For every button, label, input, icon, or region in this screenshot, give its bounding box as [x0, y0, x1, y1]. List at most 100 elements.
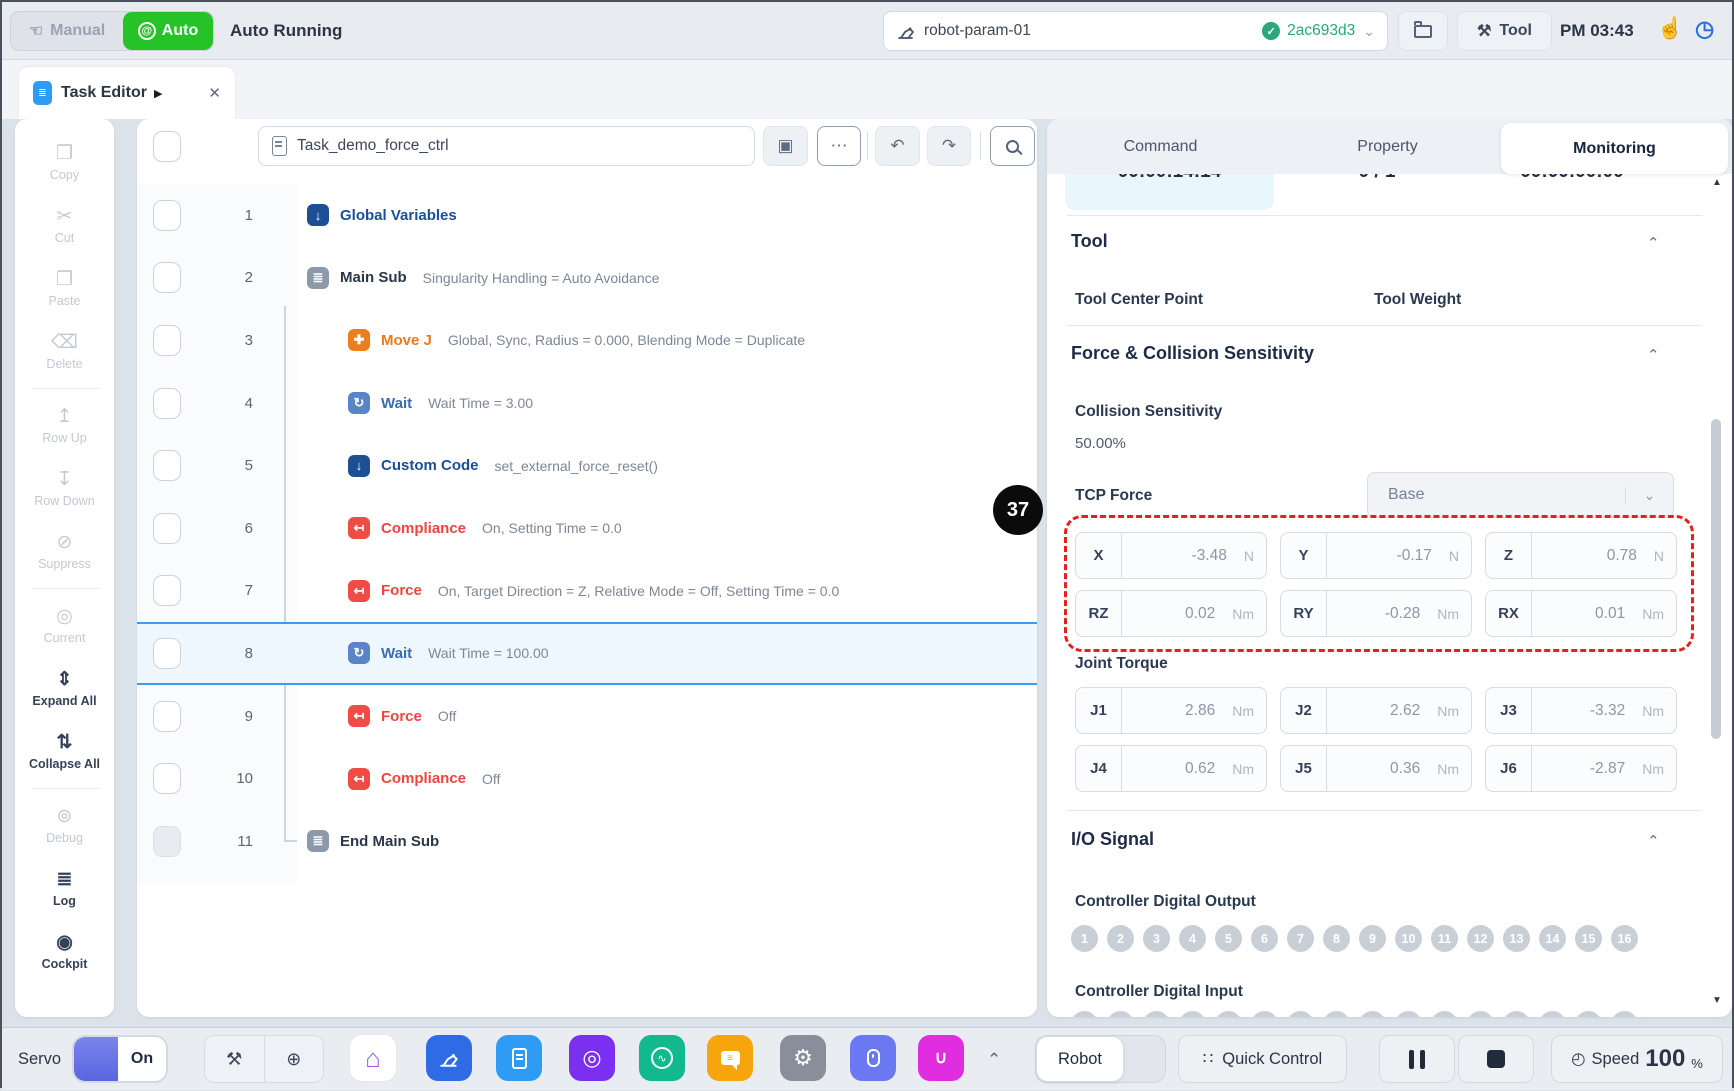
row-checkbox[interactable]: [153, 325, 181, 356]
digital-output-channel[interactable]: 12: [1467, 925, 1494, 952]
task-row[interactable]: 8 ↻ Wait Wait Time = 100.00: [137, 622, 1037, 685]
frame-select[interactable]: Base ⌄: [1367, 472, 1674, 518]
app-settings[interactable]: ⚙: [780, 1035, 826, 1081]
app-jog[interactable]: ◎: [569, 1035, 615, 1081]
digital-input-channel[interactable]: 12: [1467, 1011, 1494, 1017]
digital-input-channel[interactable]: 1: [1071, 1011, 1098, 1017]
digital-output-channel[interactable]: 8: [1323, 925, 1350, 952]
app-monitor[interactable]: ∿: [639, 1035, 685, 1081]
digital-output-channel[interactable]: 4: [1179, 925, 1206, 952]
pause-button[interactable]: [1379, 1035, 1455, 1083]
row-checkbox[interactable]: [153, 388, 181, 419]
undo-button[interactable]: ↶: [875, 126, 920, 166]
task-row[interactable]: 6 ↤ Compliance On, Setting Time = 0.0: [137, 497, 1037, 560]
digital-output-channel[interactable]: 11: [1431, 925, 1458, 952]
digital-input-channel[interactable]: 15: [1575, 1011, 1602, 1017]
mode-toggle[interactable]: ☜ Manual @ Auto: [10, 11, 214, 51]
row-checkbox[interactable]: [153, 575, 181, 606]
digital-input-channel[interactable]: 5: [1215, 1011, 1242, 1017]
digital-output-channel[interactable]: 2: [1107, 925, 1134, 952]
session-timer-icon[interactable]: ◷: [1695, 16, 1714, 42]
digital-input-channel[interactable]: 13: [1503, 1011, 1530, 1017]
sidebar-item[interactable]: ◉ Cockpit: [42, 920, 88, 983]
more-options-button[interactable]: ⋯: [817, 126, 861, 166]
task-row[interactable]: 2 ⌄ ≣ Main Sub Singularity Handling = Au…: [137, 247, 1037, 310]
app-log[interactable]: ≡: [707, 1035, 753, 1081]
collapse-chevron-icon[interactable]: ⌃: [1647, 832, 1660, 850]
digital-output-channel[interactable]: 6: [1251, 925, 1278, 952]
digital-input-channel[interactable]: 3: [1143, 1011, 1170, 1017]
tab-property[interactable]: Property: [1274, 119, 1501, 174]
app-home[interactable]: ⌂: [350, 1035, 396, 1081]
task-row[interactable]: 5 ↓ Custom Code set_external_force_reset…: [137, 434, 1037, 497]
open-file-button[interactable]: [1398, 11, 1448, 51]
row-checkbox[interactable]: [153, 826, 181, 857]
digital-output-channel[interactable]: 13: [1503, 925, 1530, 952]
digital-output-channel[interactable]: 16: [1611, 925, 1638, 952]
digital-input-channel[interactable]: 14: [1539, 1011, 1566, 1017]
scroll-down-icon[interactable]: ▼: [1710, 995, 1724, 1006]
digital-output-channel[interactable]: 5: [1215, 925, 1242, 952]
touch-gesture-icon[interactable]: ☝: [1657, 17, 1683, 41]
digital-output-channel[interactable]: 15: [1575, 925, 1602, 952]
digital-input-channel[interactable]: 4: [1179, 1011, 1206, 1017]
sidebar-item[interactable]: ⌫ Delete: [46, 320, 82, 383]
scroll-up-icon[interactable]: ▲: [1710, 177, 1724, 188]
digital-output-channel[interactable]: 10: [1395, 925, 1422, 952]
sidebar-item[interactable]: ⇕ Expand All: [29, 657, 100, 720]
sidebar-item[interactable]: ⊚ Debug: [42, 794, 88, 857]
stop-button[interactable]: [1458, 1035, 1534, 1083]
redo-button[interactable]: ↷: [927, 126, 971, 166]
task-row[interactable]: 9 ↤ Force Off: [137, 685, 1037, 748]
digital-output-channel[interactable]: 14: [1539, 925, 1566, 952]
tool-button[interactable]: ⚒ Tool: [1457, 11, 1552, 51]
row-checkbox[interactable]: [153, 763, 181, 794]
search-button[interactable]: [990, 126, 1035, 166]
task-row[interactable]: 1 ↓ Global Variables: [137, 184, 1037, 247]
save-button[interactable]: ▣: [763, 126, 808, 166]
sidebar-item[interactable]: ↧ Row Down: [34, 457, 94, 520]
task-row[interactable]: 11 ≣ End Main Sub: [137, 810, 1037, 873]
digital-input-channel[interactable]: 9: [1359, 1011, 1386, 1017]
robot-mode-toggle[interactable]: Robot: [1035, 1035, 1166, 1083]
chevron-down-icon[interactable]: ⌄: [1363, 23, 1375, 40]
sidebar-item[interactable]: ◎ Current: [29, 594, 100, 657]
close-icon[interactable]: ✕: [208, 84, 221, 102]
digital-input-channel[interactable]: 6: [1251, 1011, 1278, 1017]
digital-input-channel[interactable]: 7: [1287, 1011, 1314, 1017]
task-row[interactable]: 4 ↻ Wait Wait Time = 3.00: [137, 372, 1037, 435]
task-row[interactable]: 10 ↤ Compliance Off: [137, 747, 1037, 810]
digital-input-channel[interactable]: 16: [1611, 1011, 1638, 1017]
task-name-field[interactable]: Task_demo_force_ctrl: [258, 126, 755, 166]
collapse-chevron-icon[interactable]: ⌃: [1647, 346, 1660, 364]
sidebar-item[interactable]: ✂ Cut: [46, 194, 82, 257]
select-all-checkbox[interactable]: [153, 131, 181, 162]
sidebar-item[interactable]: ⊘ Suppress: [34, 520, 94, 583]
app-task[interactable]: [496, 1035, 542, 1081]
app-robot[interactable]: [426, 1035, 472, 1081]
manual-mode-button[interactable]: ☜ Manual: [11, 12, 123, 50]
sidebar-item[interactable]: ≣ Log: [42, 857, 88, 920]
sidebar-item[interactable]: ⇅ Collapse All: [29, 720, 100, 783]
digital-input-channel[interactable]: 10: [1395, 1011, 1422, 1017]
row-checkbox[interactable]: [153, 262, 181, 293]
tab-command[interactable]: Command: [1047, 119, 1274, 174]
row-checkbox[interactable]: [153, 200, 181, 231]
tab-task-editor[interactable]: ≣ Task Editor ▶ ✕: [19, 67, 235, 119]
auto-mode-button[interactable]: @ Auto: [123, 12, 213, 50]
row-checkbox[interactable]: [153, 638, 181, 669]
digital-input-channel[interactable]: 11: [1431, 1011, 1458, 1017]
digital-output-channel[interactable]: 9: [1359, 925, 1386, 952]
digital-output-channel[interactable]: 1: [1071, 925, 1098, 952]
wrench-button[interactable]: ⚒: [205, 1036, 265, 1082]
app-remote[interactable]: [850, 1035, 896, 1081]
collapse-chevron-icon[interactable]: ⌃: [1647, 234, 1660, 252]
app-store[interactable]: ∪: [918, 1035, 964, 1081]
scrollbar-thumb[interactable]: [1711, 419, 1721, 739]
speed-button[interactable]: ◴ Speed 100 %: [1551, 1035, 1723, 1083]
digital-output-channel[interactable]: 3: [1143, 925, 1170, 952]
row-checkbox[interactable]: [153, 513, 181, 544]
quick-control-button[interactable]: ∷ Quick Control: [1178, 1035, 1347, 1083]
row-checkbox[interactable]: [153, 450, 181, 481]
task-row[interactable]: 7 ↤ Force On, Target Direction = Z, Rela…: [137, 560, 1037, 623]
